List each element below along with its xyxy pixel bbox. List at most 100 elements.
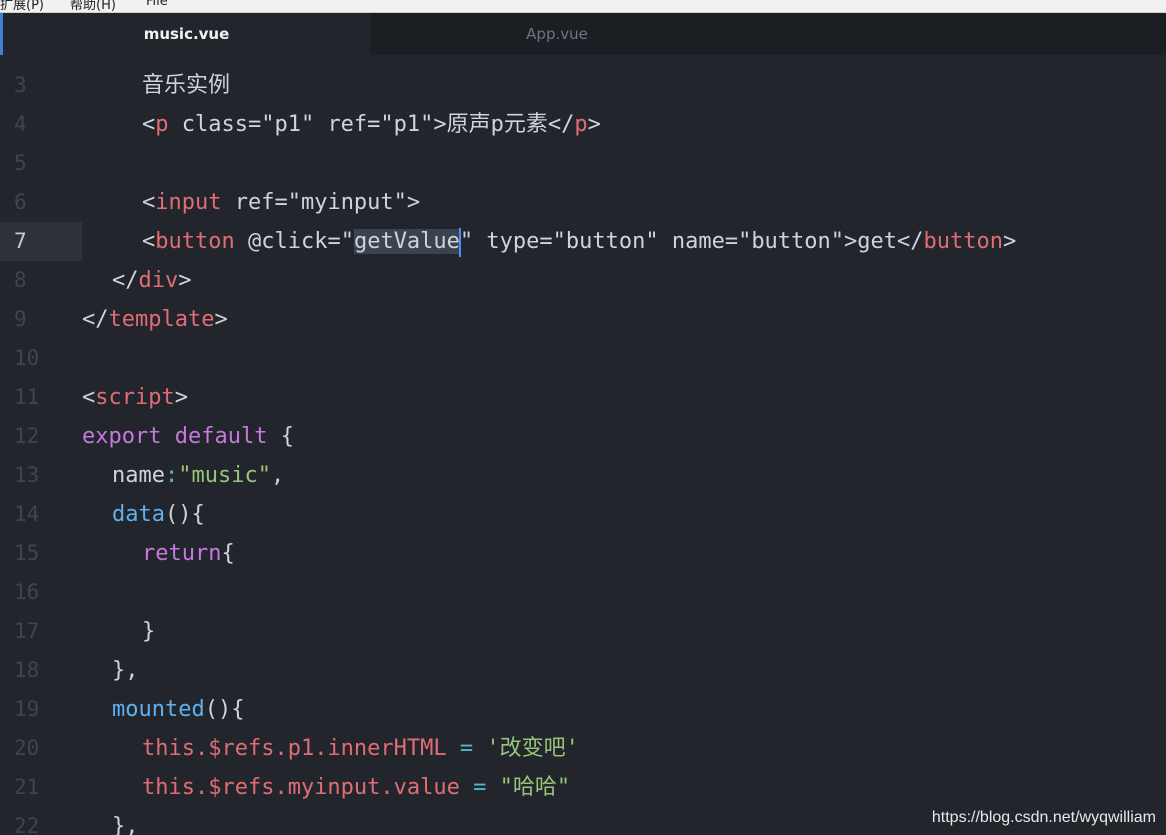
line-number: 12 (14, 424, 40, 448)
line-number: 15 (14, 541, 40, 565)
tab-app-vue[interactable]: App.vue (372, 13, 742, 55)
code-token: </ (112, 268, 139, 293)
line-number: 9 (14, 307, 27, 331)
selected-token: getValue (353, 229, 460, 254)
code-line[interactable]: 18}, (0, 651, 1166, 690)
code-token: name (112, 463, 165, 488)
code-token: > (178, 268, 192, 293)
code-token: '改变吧' (486, 736, 579, 761)
code-text: this.$refs.myinput.value = "哈哈" (142, 768, 570, 807)
line-number: 4 (14, 112, 27, 136)
code-line[interactable]: 21 this.$refs.myinput.value = "哈哈" (0, 768, 1166, 807)
code-line[interactable]: 9 </template> (0, 300, 1166, 339)
code-token: "music" (178, 463, 271, 488)
line-number: 10 (14, 346, 40, 370)
code-area[interactable]: 3 音乐实例 4 <p class="p1" ref="p1">原声p元素</p> 5 6… (0, 66, 1166, 835)
code-token: mounted (112, 697, 205, 722)
code-token: .$refs.p1.innerHTML (194, 736, 447, 761)
code-token: p (574, 112, 588, 137)
code-line[interactable]: 16 (0, 573, 1166, 612)
code-token: </ (82, 307, 109, 332)
code-token: : (164, 463, 179, 488)
line-number: 17 (14, 619, 40, 643)
line-number: 13 (14, 463, 40, 487)
line-number: 3 (14, 73, 27, 97)
menu-item-file[interactable]: File (146, 0, 168, 9)
code-token: .$refs.myinput.value (194, 775, 460, 800)
code-line[interactable]: 8 </div> (0, 261, 1166, 300)
line-number: 8 (14, 268, 27, 292)
code-token: (){ (164, 502, 205, 527)
menu-item-help[interactable]: 帮助(H) (70, 0, 116, 12)
code-text: name:"music", (112, 456, 284, 495)
menu-bar: 扩展(P) 帮助(H) File (0, 0, 1166, 13)
code-line[interactable]: 4 <p class="p1" ref="p1">原声p元素</p> (0, 105, 1166, 144)
code-token: > (587, 112, 601, 137)
line-number: 20 (14, 736, 40, 760)
code-line[interactable]: 5 (0, 144, 1166, 183)
code-line[interactable]: 19 mounted(){ (0, 690, 1166, 729)
editor-window: 扩展(P) 帮助(H) File music.vue App.vue 3 音乐实例… (0, 0, 1166, 835)
code-text: data(){ (112, 495, 205, 534)
line-number: 14 (14, 502, 40, 526)
code-token: } (142, 619, 156, 644)
code-token: export (82, 424, 162, 449)
code-token: input (155, 190, 222, 215)
code-token: < (142, 112, 156, 137)
code-line[interactable]: 15 return{ (0, 534, 1166, 573)
code-token: { (221, 541, 235, 566)
code-token: button (923, 229, 1003, 254)
line-number: 5 (14, 151, 27, 175)
watermark: https://blog.csdn.net/wyqwilliam (931, 809, 1156, 826)
code-token: , (270, 463, 285, 488)
tab-bar: music.vue App.vue (0, 13, 1166, 55)
code-line[interactable]: 11 <script> (0, 378, 1166, 417)
code-text: mounted(){ (112, 690, 244, 729)
code-text: <script> (82, 378, 188, 417)
code-text: return{ (142, 534, 235, 573)
code-token: }, (112, 658, 139, 683)
code-token: > (174, 385, 188, 410)
line-number: 16 (14, 580, 40, 604)
code-token: script (95, 385, 175, 410)
line-number: 21 (14, 775, 40, 799)
code-token: = (446, 736, 487, 761)
code-token: class="p1" ref="p1">原声p元素</ (168, 112, 575, 137)
code-token: @click=" (234, 229, 354, 254)
code-line[interactable]: 12 export default { (0, 417, 1166, 456)
code-line[interactable]: 6 <input ref="myinput"> (0, 183, 1166, 222)
code-text: </div> (112, 261, 192, 300)
code-token: button (155, 229, 235, 254)
code-token: this (142, 736, 195, 761)
code-line[interactable]: 20 this.$refs.p1.innerHTML = '改变吧' (0, 729, 1166, 768)
code-line[interactable]: 3 音乐实例 (0, 66, 1166, 105)
line-number: 7 (0, 222, 82, 261)
code-text: export default { (82, 417, 294, 456)
code-text: </template> (82, 300, 228, 339)
line-number: 6 (14, 190, 27, 214)
code-text: }, (112, 651, 139, 690)
code-token: div (138, 268, 179, 293)
code-text: <input ref="myinput"> (142, 183, 420, 222)
text-caret (458, 228, 461, 257)
code-line[interactable]: 7 <button @click="getValue" type="button"… (0, 222, 1166, 261)
code-text: 音乐实例 (142, 66, 230, 105)
line-number: 11 (14, 385, 40, 409)
code-line[interactable]: 14 data(){ (0, 495, 1166, 534)
code-text: } (142, 612, 155, 651)
code-token: = (459, 775, 500, 800)
code-token: default (174, 424, 268, 449)
code-token: p (155, 112, 169, 137)
code-token: > (1003, 229, 1017, 254)
line-number: 22 (14, 814, 40, 835)
code-token: < (142, 229, 156, 254)
line-number: 19 (14, 697, 40, 721)
tab-music-vue[interactable]: music.vue (0, 13, 370, 55)
menu-item-extensions[interactable]: 扩展(P) (0, 0, 44, 12)
code-line[interactable]: 10 (0, 339, 1166, 378)
code-token: 音乐实例 (142, 73, 231, 98)
code-line[interactable]: 17} (0, 612, 1166, 651)
code-line[interactable]: 13 name:"music", (0, 456, 1166, 495)
code-token: template (108, 307, 215, 332)
